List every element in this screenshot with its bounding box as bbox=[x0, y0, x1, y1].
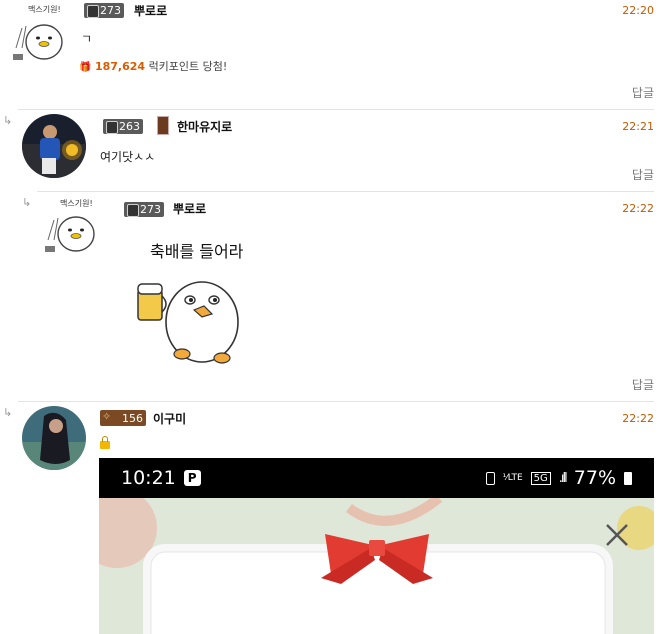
parking-badge: P bbox=[183, 470, 201, 486]
reply-arrow-icon: ↳ bbox=[22, 196, 32, 209]
level-badge: 263 bbox=[103, 119, 143, 134]
signal-icon: .ıll bbox=[558, 470, 568, 486]
woman-avatar-icon bbox=[22, 406, 86, 470]
timestamp: 22:22 bbox=[622, 202, 654, 215]
timestamp: 22:20 bbox=[622, 4, 654, 17]
avatar-caption: 맥스기원! bbox=[60, 199, 93, 208]
avatar-baseball[interactable] bbox=[22, 114, 86, 178]
level-badge: 273 bbox=[84, 3, 124, 18]
comment-text: 여기닷ㅅㅅ bbox=[100, 150, 156, 164]
gift-popup-screen bbox=[99, 498, 654, 634]
rank-wings-icon: ✧ bbox=[102, 410, 112, 423]
reply-arrow-icon: ↳ bbox=[3, 114, 13, 127]
sticker-text: 축배를 들어라 bbox=[150, 242, 244, 261]
battery-percent: 77% bbox=[573, 467, 616, 489]
lucky-points: 🎁 187,624 럭키포인트 당첨! bbox=[79, 60, 228, 73]
level-badge: ✧ 156 bbox=[100, 410, 146, 426]
phone-clock: 10:21 bbox=[121, 467, 176, 489]
battery-saver-icon bbox=[485, 471, 495, 485]
nickname[interactable]: 뿌로로 bbox=[173, 200, 206, 217]
divider bbox=[18, 109, 654, 110]
nickname[interactable]: 이구미 bbox=[153, 410, 186, 427]
avatar-caption: 맥스기원! bbox=[28, 5, 61, 14]
reply-button[interactable]: 답글 bbox=[632, 376, 654, 393]
baseball-player-avatar-icon bbox=[22, 114, 86, 178]
gift-card-illustration bbox=[99, 498, 654, 634]
network-type: 5G bbox=[530, 471, 551, 485]
nickname[interactable]: 뿌로로 bbox=[134, 2, 167, 19]
badge-icon bbox=[157, 116, 169, 135]
sticker: 축배를 들어라 bbox=[130, 232, 260, 372]
divider bbox=[37, 191, 654, 192]
level-badge: 273 bbox=[124, 202, 164, 217]
timestamp: 22:22 bbox=[622, 412, 654, 425]
divider bbox=[18, 401, 654, 402]
phone-status-bar: 10:21 P ⅟LTE 5G .ıll 77% bbox=[99, 458, 654, 498]
attached-screenshot[interactable]: 10:21 P ⅟LTE 5G .ıll 77% bbox=[99, 458, 654, 634]
comment-text: ㄱ bbox=[81, 32, 93, 46]
reply-button[interactable]: 답글 bbox=[632, 166, 654, 183]
battery-icon bbox=[624, 471, 632, 485]
nickname[interactable]: 한마유지로 bbox=[177, 118, 232, 135]
volte-icon: ⅟LTE bbox=[502, 473, 523, 483]
reply-button[interactable]: 답글 bbox=[632, 84, 654, 101]
avatar-duck[interactable]: 맥스기원! bbox=[40, 196, 104, 260]
close-icon[interactable] bbox=[602, 520, 632, 550]
timestamp: 22:21 bbox=[622, 120, 654, 133]
avatar-woman[interactable] bbox=[22, 406, 86, 470]
duck-cheers-icon bbox=[137, 281, 239, 364]
avatar-duck[interactable]: 맥스기원! bbox=[8, 4, 72, 68]
gift-icon: 🎁 bbox=[79, 62, 92, 73]
lock-icon bbox=[100, 436, 110, 449]
reply-arrow-icon: ↳ bbox=[3, 406, 13, 419]
